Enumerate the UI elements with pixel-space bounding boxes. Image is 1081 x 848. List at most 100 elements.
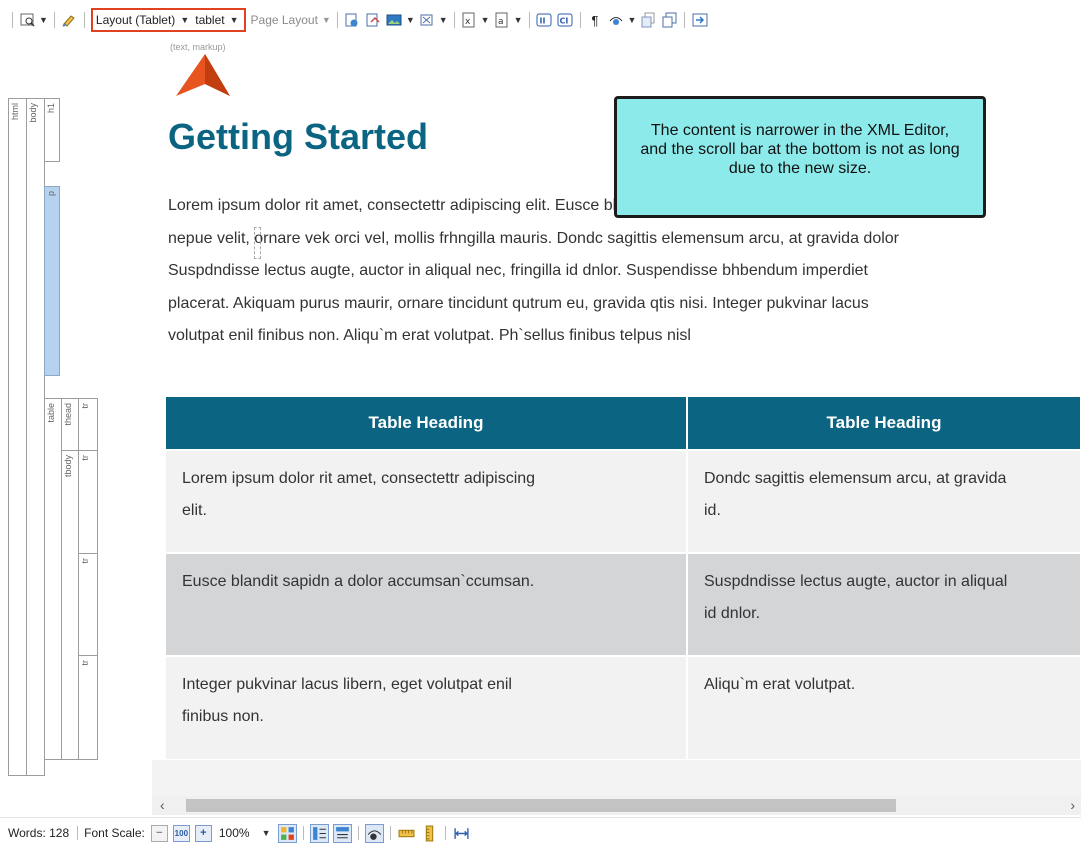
scroll-right-icon[interactable]: › [1070, 797, 1075, 813]
vertical-ruler-icon[interactable] [420, 824, 439, 843]
format-painter-icon[interactable] [61, 12, 78, 28]
table-cell[interactable]: Lorem ipsum dolor rit amet, consectettr … [166, 449, 688, 553]
structure-bar-label: tr [80, 403, 90, 409]
status-separator [77, 826, 79, 840]
decrease-font-scale-button[interactable]: − [150, 824, 168, 842]
structure-bar-label: p [46, 191, 56, 197]
scrollbar-thumb[interactable] [186, 799, 896, 812]
paragraph-line: volutpat enil finibus non. Aliqu`m erat … [168, 327, 691, 344]
chevron-down-icon[interactable]: ▼ [39, 15, 48, 25]
insert-multimedia-icon[interactable] [419, 12, 436, 28]
table-row: Lorem ipsum dolor rit amet, consectettr … [166, 449, 1081, 553]
preview-icon[interactable] [691, 12, 708, 28]
callout-box: The content is narrower in the XML Edito… [614, 96, 986, 218]
structure-bar: html body h1 p table thead tr tbody tr t… [8, 98, 108, 776]
cell-line: Dondc sagittis elemensum arcu, at gravid… [704, 470, 1007, 487]
cell-line: id dnlor. [704, 605, 761, 622]
table-heading[interactable]: Table Heading [166, 397, 688, 450]
cell-line: Suspdndisse lectus augte, auctor in aliq… [704, 573, 1008, 590]
hint-label: (text, markup) [170, 42, 226, 52]
paragraph-line: Suspdndisse lectus augte, auctor in aliq… [168, 262, 868, 279]
show-tracked-changes-icon[interactable] [661, 12, 678, 28]
insert-concept-icon[interactable]: CI [557, 12, 574, 28]
show-tags-icon[interactable] [365, 823, 385, 843]
structure-bar-tr[interactable]: tr [78, 398, 98, 451]
status-separator [303, 826, 305, 840]
toolbar-row: ▼ Layout (Tablet) ▼ tablet ▼ Page Layout… [8, 8, 710, 32]
cell-line: Integer pukvinar lacus libern, eget volu… [182, 676, 512, 693]
structure-bar-tr[interactable]: tr [78, 450, 98, 554]
structure-bar-body[interactable]: body [26, 98, 45, 776]
show-changes-icon[interactable] [640, 12, 657, 28]
zoom-level[interactable]: 100% [219, 826, 250, 840]
scroll-left-icon[interactable]: ‹ [160, 797, 165, 813]
cell-line: id. [704, 502, 721, 519]
structure-bar-h1[interactable]: h1 [44, 98, 60, 162]
layout-medium-highlight: Layout (Tablet) ▼ tablet ▼ [90, 8, 246, 32]
ruler-icon[interactable] [397, 824, 416, 843]
toolbar-separator [12, 12, 13, 28]
show-markers-icon[interactable]: ¶ [587, 12, 604, 28]
insert-image-icon[interactable] [386, 12, 403, 28]
table-cell[interactable]: Integer pukvinar lacus libern, eget volu… [166, 655, 688, 759]
layout-dropdown[interactable]: Layout (Tablet) [96, 13, 175, 27]
chevron-down-icon[interactable]: ▼ [322, 15, 331, 25]
insert-variable-icon[interactable] [365, 12, 382, 28]
cell-line: elit. [182, 502, 207, 519]
toolbar-separator [83, 12, 85, 28]
color-layout-icon[interactable] [278, 823, 298, 843]
table-cell[interactable]: Eusce blandit sapidn a dolor accumsan`cc… [166, 552, 688, 656]
chevron-down-icon[interactable]: ▼ [230, 15, 239, 25]
page-layout-dropdown[interactable]: Page Layout [251, 13, 318, 27]
paragraph-line: placerat. Akiquam purus maurir, ornare t… [168, 294, 869, 312]
show-structure-bar-icon[interactable] [310, 823, 330, 843]
insert-snippet-icon[interactable] [344, 12, 361, 28]
editor-toolbar: ▼ Layout (Tablet) ▼ tablet ▼ Page Layout… [0, 0, 1081, 40]
reset-font-scale-button[interactable]: 100 [172, 824, 190, 842]
content-table[interactable]: Table Heading Table Heading Lorem ipsum … [166, 397, 1081, 759]
show-span-bar-icon[interactable] [333, 823, 353, 843]
toolbar-separator [579, 12, 581, 28]
text-cursor [254, 227, 261, 259]
structure-bar-p[interactable]: p [44, 186, 60, 376]
structure-bar-tr[interactable]: tr [78, 553, 98, 656]
tracking-icon[interactable] [608, 12, 625, 28]
table-heading[interactable]: Table Heading [687, 397, 1081, 450]
page-title[interactable]: Getting Started [168, 116, 428, 158]
paragraph-line: nepue velit, ornare vek orci vel, mollis… [168, 229, 899, 247]
chevron-down-icon[interactable]: ▼ [628, 15, 637, 25]
structure-bar-label: tr [80, 558, 90, 564]
chevron-down-icon[interactable]: ▼ [262, 828, 271, 838]
cell-line: Aliqu`m erat volutpat. [704, 676, 856, 693]
toolbar-separator [336, 12, 338, 28]
insert-text-box-icon[interactable]: a [494, 12, 511, 28]
structure-bar-label: table [46, 403, 56, 423]
table-cell[interactable]: Aliqu`m erat volutpat. [687, 655, 1081, 759]
increase-font-scale-button[interactable]: + [194, 824, 212, 842]
table-row: Eusce blandit sapidn a dolor accumsan`cc… [166, 552, 1081, 656]
table-cell[interactable]: Dondc sagittis elemensum arcu, at gravid… [687, 449, 1081, 553]
insert-equation-icon[interactable]: x [461, 12, 478, 28]
chevron-down-icon[interactable]: ▼ [180, 15, 189, 25]
table-cell[interactable]: Suspdndisse lectus augte, auctor in aliq… [687, 552, 1081, 656]
svg-text:a: a [498, 17, 504, 27]
word-count: Words: 128 [8, 826, 70, 840]
chevron-down-icon[interactable]: ▼ [514, 15, 523, 25]
arrow-up-icon [176, 54, 230, 96]
structure-bar-label: html [10, 103, 20, 121]
status-separator [358, 826, 360, 840]
insert-index-icon[interactable]: II [536, 12, 553, 28]
chevron-down-icon[interactable]: ▼ [481, 15, 490, 25]
chevron-down-icon[interactable]: ▼ [406, 15, 415, 25]
fit-width-icon[interactable] [452, 824, 471, 843]
chevron-down-icon[interactable]: ▼ [439, 15, 448, 25]
toolbar-separator [528, 12, 530, 28]
medium-dropdown[interactable]: tablet [195, 13, 224, 27]
show-structure-icon[interactable] [19, 12, 36, 28]
cell-line: finibus non. [182, 708, 264, 725]
structure-bar-label: h1 [46, 103, 56, 114]
structure-bar-label: body [28, 103, 38, 123]
structure-bar-tr[interactable]: tr [78, 655, 98, 760]
status-separator [390, 826, 392, 840]
horizontal-scrollbar[interactable]: ‹ › [152, 796, 1081, 815]
